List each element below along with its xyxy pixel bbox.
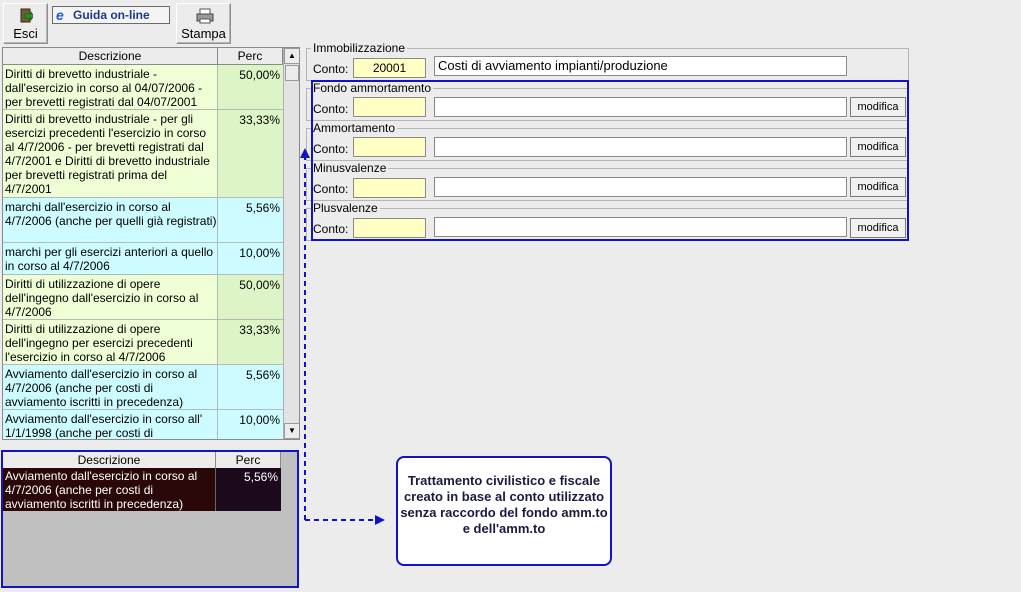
sections-highlight-frame [311, 80, 909, 241]
row-desc: Avviamento dall'esercizio in corso al 4/… [3, 365, 218, 409]
row-perc: 10,00% [218, 410, 283, 439]
selected-row[interactable]: Avviamento dall'esercizio in corso al 4/… [3, 468, 281, 511]
row-perc: 50,00% [218, 275, 283, 319]
selected-header-perc: Perc [216, 452, 281, 468]
printer-icon [196, 8, 214, 24]
header-perc[interactable]: Perc [218, 48, 283, 64]
row-desc: Diritti di brevetto industriale - per gl… [3, 110, 218, 197]
immobilizzazione-descrizione-field[interactable]: Costi di avviamento impianti/produzione [434, 56, 847, 76]
arrow-right-icon [375, 515, 385, 525]
immobilizzazione-conto-label: Conto: [313, 62, 349, 76]
esci-label: Esci [13, 26, 38, 41]
row-perc: 10,00% [218, 243, 283, 274]
row-perc: 5,56% [218, 365, 283, 409]
table-row[interactable]: Diritti di brevetto industriale - per gl… [3, 110, 283, 198]
selected-row-desc: Avviamento dall'esercizio in corso al 4/… [3, 468, 216, 511]
table-row[interactable]: Avviamento dall'esercizio in corso al 4/… [3, 365, 283, 410]
row-desc: Diritti di utilizzazione di opere dell'i… [3, 320, 218, 364]
table-row[interactable]: marchi dall'esercizio in corso al 4/7/20… [3, 198, 283, 243]
stampa-label: Stampa [181, 26, 226, 41]
table-row[interactable]: marchi per gli esercizi anteriori a quel… [3, 243, 283, 275]
exit-door-icon [20, 8, 33, 23]
header-descrizione[interactable]: Descrizione [3, 48, 218, 64]
table-row[interactable]: Diritti di utilizzazione di opere dell'i… [3, 275, 283, 320]
row-desc: Diritti di brevetto industriale - dall'e… [3, 65, 218, 109]
immobilizzazione-title: Immobilizzazione [311, 41, 408, 55]
row-perc: 33,33% [218, 320, 283, 364]
row-perc: 33,33% [218, 110, 283, 197]
row-desc: marchi dall'esercizio in corso al 4/7/20… [3, 198, 218, 242]
table-row[interactable]: Diritti di utilizzazione di opere dell'i… [3, 320, 283, 365]
guida-label: Guida on-line [73, 8, 150, 22]
selected-grid-header: Descrizione Perc [3, 452, 281, 469]
table-row[interactable]: Diritti di brevetto industriale - dall'e… [3, 65, 283, 110]
row-desc: Avviamento dall'esercizio in corso all' … [3, 410, 218, 439]
table-row[interactable]: Avviamento dall'esercizio in corso all' … [3, 410, 283, 439]
scroll-thumb[interactable] [285, 65, 299, 81]
row-perc: 5,56% [218, 198, 283, 242]
stampa-button[interactable]: Stampa [176, 3, 231, 44]
row-desc: Diritti di utilizzazione di opere dell'i… [3, 275, 218, 319]
scroll-up-button[interactable]: ▲ [284, 48, 299, 64]
browser-e-icon: e [56, 7, 64, 23]
grid-header: Descrizione Perc [3, 48, 283, 65]
selected-header-descrizione: Descrizione [3, 452, 216, 468]
guida-online-button[interactable]: e Guida on-line [52, 6, 170, 24]
categories-grid[interactable]: Descrizione Perc Diritti di brevetto ind… [2, 47, 300, 440]
row-perc: 50,00% [218, 65, 283, 109]
annotation-arrows [300, 148, 385, 525]
selected-category-panel: Descrizione Perc Avviamento dall'eserciz… [1, 450, 299, 588]
esci-button[interactable]: Esci [3, 3, 48, 44]
arrow-up-icon [300, 148, 310, 158]
selected-row-perc: 5,56% [216, 468, 281, 511]
callout-note: Trattamento civilistico e fiscale creato… [396, 456, 612, 566]
immobilizzazione-conto-field[interactable]: 20001 [353, 58, 426, 78]
row-desc: marchi per gli esercizi anteriori a quel… [3, 243, 218, 274]
